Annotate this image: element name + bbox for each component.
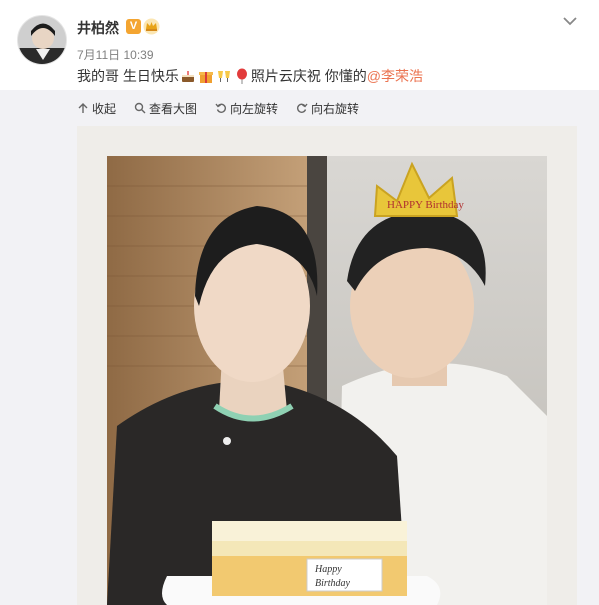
avatar[interactable] xyxy=(17,15,67,65)
username[interactable]: 井柏然 xyxy=(77,18,119,38)
balloon-icon xyxy=(236,68,247,84)
collapse-button[interactable]: 收起 xyxy=(77,100,116,117)
post-timestamp[interactable]: 7月11日 10:39 xyxy=(77,46,154,63)
gift-icon xyxy=(198,72,213,83)
arrow-up-icon xyxy=(78,103,88,113)
post-text-part2: 照片云庆祝 你懂的 xyxy=(250,68,367,84)
crown-text: HAPPY Birthday xyxy=(387,199,464,211)
rotate-left-icon xyxy=(215,103,227,113)
rotate-left-label: 向左旋转 xyxy=(230,101,279,116)
crown-badge-icon xyxy=(143,18,160,35)
rotate-left-button[interactable]: 向左旋转 xyxy=(215,100,278,117)
post-text-part1: 我的哥 生日快乐 xyxy=(77,68,179,84)
media-toolbar: 收起 查看大图 向左旋转 向右旋转 xyxy=(77,99,377,117)
view-large-button[interactable]: 查看大图 xyxy=(134,100,197,117)
cake-card-line1: Happy xyxy=(314,564,342,575)
view-large-label: 查看大图 xyxy=(149,101,198,116)
photo-illustration: HAPPY Birthday Happy Birthday xyxy=(107,156,547,605)
rotate-right-icon xyxy=(297,103,308,113)
cake-icon xyxy=(181,71,194,82)
mention-link[interactable]: @李荣浩 xyxy=(367,66,423,86)
cake-card-line2: Birthday xyxy=(315,578,351,589)
cheers-icon xyxy=(217,71,230,82)
post-text: 我的哥 生日快乐 照片云庆祝 你懂的 @李荣浩 xyxy=(77,66,423,86)
post-photo[interactable]: HAPPY Birthday Happy Birthday xyxy=(107,156,547,605)
collapse-label: 收起 xyxy=(92,101,117,116)
chevron-down-icon[interactable] xyxy=(561,14,579,28)
rotate-right-label: 向右旋转 xyxy=(311,101,360,116)
search-icon xyxy=(134,102,146,114)
verified-badge: V xyxy=(126,19,141,34)
rotate-right-button[interactable]: 向右旋转 xyxy=(296,100,359,117)
